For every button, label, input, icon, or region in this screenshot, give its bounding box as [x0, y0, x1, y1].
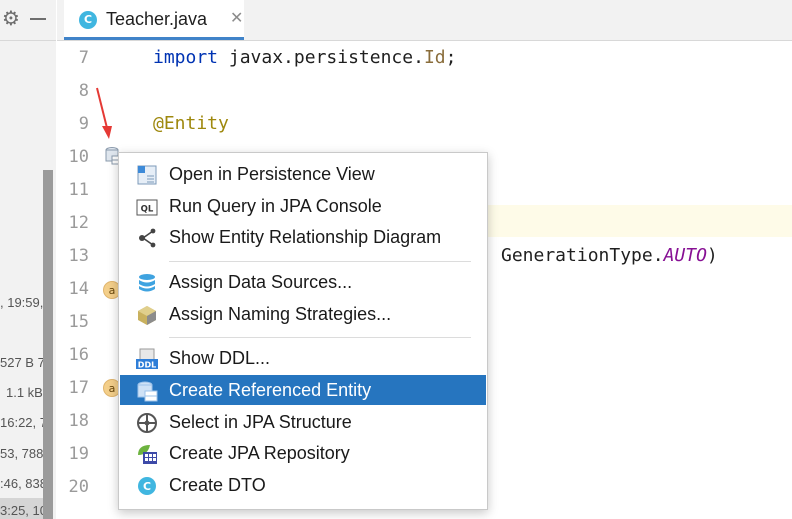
menu-item-create-referenced-entity[interactable]: Create Referenced Entity [120, 375, 486, 405]
code-line-13: GenerationType.AUTO) [501, 245, 718, 266]
line-number: 20 [68, 477, 89, 497]
line-number: 13 [68, 246, 89, 266]
menu-item-label: Show DDL... [169, 348, 271, 368]
line-number: 11 [68, 180, 89, 200]
gear-icon[interactable]: ⚙ [2, 6, 20, 30]
menu-item-label: Run Query in JPA Console [169, 196, 382, 216]
red-arrow-icon [96, 87, 112, 139]
scrollbar-thumb[interactable] [43, 170, 53, 519]
diagram-icon [139, 228, 156, 248]
menu-item-label: Assign Naming Strategies... [169, 304, 392, 324]
menu-item-label: Create Referenced Entity [169, 380, 372, 400]
menu-item-assign-data-sources[interactable]: Assign Data Sources... [120, 267, 486, 297]
svg-text:QL: QL [141, 205, 154, 215]
line-number: 16 [68, 345, 89, 365]
referenced-entity-icon [137, 381, 158, 402]
menu-item-select-in-jpa-structure[interactable]: Select in JPA Structure [120, 407, 486, 437]
line-number: 19 [68, 444, 89, 464]
file-meta-text: 527 B 7 [0, 355, 45, 370]
datasource-icon [139, 274, 155, 292]
ddl-icon: DDL [136, 348, 158, 370]
line-number: 17 [68, 378, 89, 398]
menu-separator [169, 261, 471, 262]
dto-icon: C [138, 477, 156, 495]
menu-item-show-ddl[interactable]: DDL Show DDL... [120, 343, 486, 373]
menu-item-open-persistence-view[interactable]: Open in Persistence View [120, 159, 486, 189]
file-meta-text: 16:22, 7 [0, 415, 47, 430]
minimize-icon[interactable] [30, 18, 46, 20]
svg-text:DDL: DDL [138, 361, 156, 370]
code-line-9: @Entity [153, 113, 229, 134]
persistence-view-icon [137, 165, 157, 185]
naming-strategy-icon [138, 306, 156, 325]
close-icon[interactable]: ✕ [230, 8, 243, 27]
line-number: 12 [68, 213, 89, 233]
project-panel-toolbar: ⚙ [0, 0, 56, 41]
menu-item-label: Create DTO [169, 475, 266, 495]
line-number: 9 [78, 114, 89, 134]
menu-item-assign-naming-strategies[interactable]: Assign Naming Strategies... [120, 299, 486, 329]
line-number: 7 [78, 48, 89, 68]
line-number: 14 [68, 279, 89, 299]
tab-label: Teacher.java [106, 9, 208, 29]
menu-item-label: Show Entity Relationship Diagram [169, 227, 442, 247]
menu-item-label: Create JPA Repository [169, 443, 350, 463]
line-number: 10 [68, 147, 89, 167]
editor-tab-bar: C Teacher.java ✕ [57, 0, 792, 41]
menu-item-create-dto[interactable]: C Create DTO [120, 470, 486, 500]
java-class-icon: C [79, 11, 97, 29]
line-number: 8 [78, 81, 89, 101]
menu-item-label: Assign Data Sources... [169, 272, 353, 292]
context-menu: Open in Persistence View QL Run Query in… [118, 152, 488, 510]
line-number: 15 [68, 312, 89, 332]
svg-text:C: C [143, 480, 151, 493]
menu-item-show-er-diagram[interactable]: Show Entity Relationship Diagram [120, 222, 486, 252]
code-line-7: import javax.persistence.Id; [153, 47, 457, 68]
file-meta-text: 3:25, 10 [0, 503, 47, 518]
menu-separator [169, 337, 471, 338]
menu-item-create-jpa-repository[interactable]: Create JPA Repository [120, 438, 486, 468]
file-meta-text: 53, 788 [0, 446, 44, 461]
jpa-repository-icon [138, 445, 157, 464]
menu-item-label: Open in Persistence View [169, 164, 375, 184]
menu-item-label: Select in JPA Structure [169, 412, 352, 432]
line-number: 18 [68, 411, 89, 431]
menu-item-run-query-jpa-console[interactable]: QL Run Query in JPA Console [120, 191, 486, 221]
project-panel: ⚙ , 19:59, 527 B 7 1.1 kB 16:22, 7 53, 7… [0, 0, 56, 519]
jpa-structure-icon [137, 413, 157, 433]
file-meta-text: :46, 838 [0, 476, 47, 491]
tab-teacher-java[interactable]: C Teacher.java ✕ [64, 0, 244, 40]
file-meta-text: 1.1 kB [6, 385, 43, 400]
file-meta-text: , 19:59, [0, 295, 44, 310]
ql-console-icon: QL [136, 199, 158, 216]
